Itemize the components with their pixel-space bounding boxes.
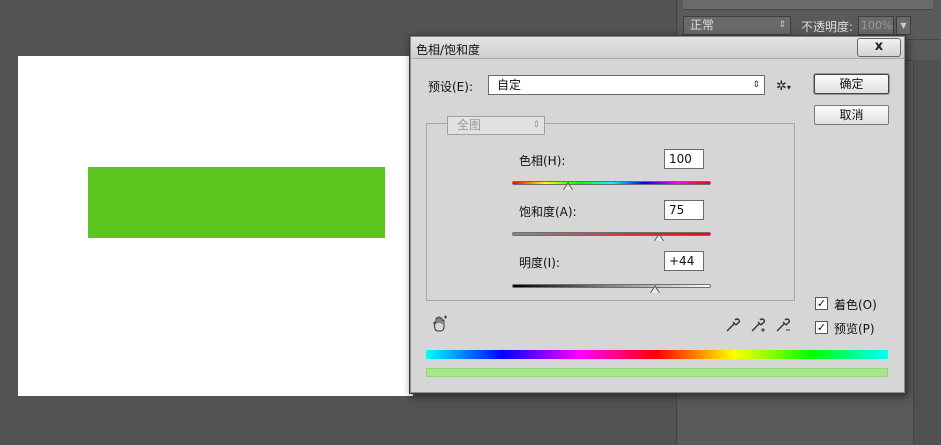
eyedropper-icon[interactable]	[724, 316, 742, 334]
hue-label: 色相(H):	[519, 154, 566, 168]
panel-scroll-strip	[913, 60, 941, 445]
saturation-input[interactable]: 75	[664, 200, 704, 220]
eyedropper-plus-icon[interactable]	[749, 316, 767, 334]
preview-checkbox[interactable]: ✓	[815, 321, 828, 334]
targeted-adjustment-hand-icon[interactable]	[430, 315, 448, 333]
preset-value: 自定	[497, 78, 522, 92]
colorize-checkbox[interactable]: ✓	[815, 297, 828, 310]
saturation-slider-thumb[interactable]	[654, 233, 665, 241]
hue-slider-track[interactable]	[512, 181, 711, 185]
lightness-label: 明度(I):	[519, 256, 560, 270]
opacity-label: 不透明度:	[801, 20, 854, 34]
updown-icon: ⇕	[778, 20, 786, 30]
lightness-input[interactable]: +44	[664, 251, 704, 271]
colorize-label: 着色(O)	[834, 298, 877, 312]
opacity-input[interactable]: 100%	[858, 16, 894, 35]
blend-mode-select[interactable]: 正常 ⇕	[683, 16, 791, 35]
hue-saturation-dialog: 色相/饱和度 x 预设(E): 自定 ⇕ ✲▾ 确定 取消 全图 ⇕ 色相(H)…	[409, 35, 906, 394]
hue-slider-thumb[interactable]	[562, 182, 573, 190]
preset-label: 预设(E):	[428, 80, 473, 94]
ok-button[interactable]: 确定	[814, 74, 889, 94]
cancel-button[interactable]: 取消	[814, 105, 889, 125]
output-color-bar	[426, 368, 888, 377]
channel-select[interactable]: 全图 ⇕	[447, 116, 545, 135]
eyedropper-minus-icon[interactable]	[774, 316, 792, 334]
channel-value: 全图	[457, 118, 482, 132]
panel-toolbar	[683, 0, 933, 10]
hue-input[interactable]: 100	[664, 149, 704, 169]
input-spectrum-bar	[426, 350, 888, 359]
gear-icon[interactable]: ✲▾	[776, 79, 791, 94]
dialog-titlebar[interactable]: 色相/饱和度 x	[411, 37, 904, 59]
close-button[interactable]: x	[857, 38, 901, 57]
blend-mode-value: 正常	[690, 18, 715, 32]
preview-label: 预览(P)	[834, 322, 875, 336]
dialog-title: 色相/饱和度	[416, 43, 481, 57]
preset-select[interactable]: 自定 ⇕	[488, 75, 765, 95]
updown-icon: ⇕	[532, 120, 540, 130]
adjustment-group	[426, 123, 795, 301]
lightness-slider-thumb[interactable]	[650, 285, 661, 293]
document-canvas[interactable]	[18, 56, 413, 396]
opacity-dropdown-icon[interactable]: ▼	[896, 16, 911, 35]
green-rectangle-shape[interactable]	[88, 167, 385, 238]
lightness-slider-track[interactable]	[512, 284, 711, 288]
saturation-slider-track[interactable]	[512, 232, 711, 236]
updown-icon: ⇕	[752, 80, 760, 90]
saturation-label: 饱和度(A):	[519, 205, 577, 219]
